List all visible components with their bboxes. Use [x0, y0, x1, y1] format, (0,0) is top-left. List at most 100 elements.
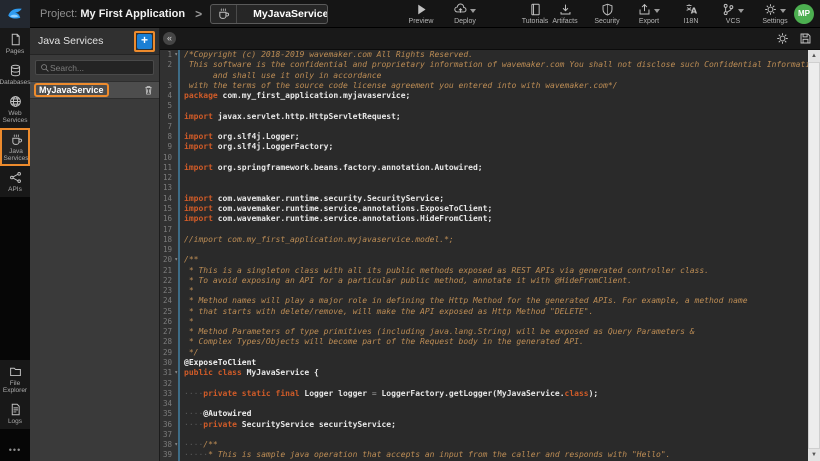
code-line[interactable]: 15import com.wavemaker.runtime.service.a… [160, 204, 808, 214]
code-area[interactable]: 1▾/*Copyright (c) 2018-2019 wavemaker.co… [160, 50, 808, 461]
code-line[interactable]: 32 [160, 379, 808, 389]
code-line-content [180, 225, 808, 235]
collapse-panel-button[interactable]: « [163, 32, 176, 45]
code-line[interactable]: and shall use it only in accordance [160, 71, 808, 81]
code-line[interactable]: 29 */ [160, 348, 808, 358]
code-token: * To avoid exposing an API for a particu… [184, 276, 632, 285]
sidebar-item-logs[interactable]: Logs [0, 398, 30, 429]
code-line[interactable]: 36····private SecurityService securitySe… [160, 420, 808, 430]
code-line[interactable]: 17 [160, 225, 808, 235]
export-button[interactable]: Export [634, 3, 664, 25]
code-token: com.wavemaker.runtime.security.SecurityS… [213, 194, 444, 203]
code-line[interactable]: 27 * Method Parameters of type primitive… [160, 327, 808, 337]
fold-marker-icon[interactable]: ▾ [174, 255, 178, 265]
tutorials-button[interactable]: Tutorials [520, 3, 550, 25]
sidebar-item-databases[interactable]: Databases [0, 59, 30, 90]
deploy-button[interactable]: Deploy [450, 3, 480, 25]
code-line[interactable]: 21 * This is a singleton class with all … [160, 266, 808, 276]
code-line[interactable]: 18//import com.my_first_application.myja… [160, 235, 808, 245]
add-service-button[interactable]: + [137, 34, 152, 49]
code-line-content: and shall use it only in accordance [180, 71, 808, 81]
sidebar-item-apis[interactable]: APIs [0, 166, 30, 197]
code-line-content: import com.wavemaker.runtime.service.ann… [180, 204, 808, 214]
code-line[interactable]: 22 * To avoid exposing an API for a part… [160, 276, 808, 286]
i18n-button[interactable]: AI18N [676, 3, 706, 25]
gear-icon [764, 3, 777, 16]
code-line[interactable]: 39·····* This is sample java operation t… [160, 450, 808, 460]
user-avatar[interactable]: MP [794, 4, 814, 24]
log-icon [9, 403, 22, 416]
code-line[interactable]: 7 [160, 122, 808, 132]
wavemaker-logo[interactable] [0, 0, 30, 28]
scroll-up-icon[interactable]: ▲ [808, 50, 820, 62]
chevron-down-icon[interactable] [738, 9, 744, 13]
code-line[interactable]: 6import javax.servlet.http.HttpServletRe… [160, 112, 808, 122]
line-number: 39 [160, 450, 180, 460]
sidebar-item-web-services[interactable]: Web Services [0, 90, 30, 128]
sidebar-item-java-services[interactable]: Java Services [0, 128, 30, 166]
fold-marker-icon[interactable]: ▾ [174, 368, 178, 378]
vcs-button[interactable]: VCS [718, 3, 748, 25]
artifacts-button[interactable]: Artifacts [550, 3, 580, 25]
code-line[interactable]: 11import org.springframework.beans.facto… [160, 163, 808, 173]
service-tab[interactable]: MyJavaService [210, 4, 328, 24]
more-options-button[interactable]: ••• [0, 439, 30, 461]
search-box[interactable] [35, 60, 154, 75]
code-line[interactable]: 9import org.slf4j.LoggerFactory; [160, 142, 808, 152]
save-button[interactable] [799, 32, 812, 45]
code-line[interactable]: 8import org.slf4j.Logger; [160, 132, 808, 142]
code-line[interactable]: 14import com.wavemaker.runtime.security.… [160, 194, 808, 204]
code-line[interactable]: 16import com.wavemaker.runtime.service.a… [160, 214, 808, 224]
gear-button[interactable] [776, 32, 789, 45]
code-line-content: //import com.my_first_application.myjava… [180, 235, 808, 245]
code-line[interactable]: 35····@Autowired [160, 409, 808, 419]
code-token: and shall use it only in accordance [184, 71, 381, 80]
code-line[interactable]: 28 * Complex Types/Objects will become p… [160, 337, 808, 347]
code-line[interactable]: 2 This software is the confidential and … [160, 60, 808, 70]
scroll-down-icon[interactable]: ▼ [808, 449, 820, 461]
code-line[interactable]: 33····private static final Logger logger… [160, 389, 808, 399]
code-line[interactable]: 3 with the terms of the source code lice… [160, 81, 808, 91]
code-line[interactable]: 4package com.my_first_application.myjava… [160, 91, 808, 101]
code-line[interactable]: 24 * Method names will play a major role… [160, 296, 808, 306]
sidebar-item-file-explorer[interactable]: File Explorer [0, 360, 30, 398]
settings-button[interactable]: Settings [760, 3, 790, 25]
code-line[interactable]: 37 [160, 430, 808, 440]
code-line-content [180, 379, 808, 389]
code-token: com.wavemaker.runtime.service.annotation… [213, 214, 492, 223]
preview-button[interactable]: Preview [406, 3, 436, 25]
service-list-item[interactable]: MyJavaService [30, 81, 159, 99]
project-name[interactable]: My First Application [80, 8, 185, 20]
chevron-down-icon[interactable] [470, 9, 476, 13]
code-line[interactable]: 25 * that starts with delete/remove, wil… [160, 307, 808, 317]
code-line[interactable]: 20▾/** [160, 255, 808, 265]
code-line[interactable]: 30@ExposeToClient [160, 358, 808, 368]
sidebar-item-pages[interactable]: Pages [0, 28, 30, 59]
fold-marker-icon[interactable]: ▾ [174, 50, 178, 60]
code-line[interactable]: 5 [160, 101, 808, 111]
service-item-name[interactable]: MyJavaService [34, 83, 109, 97]
wavemaker-logo-icon [6, 5, 24, 23]
code-line[interactable]: 31▾public class MyJavaService { [160, 368, 808, 378]
activity-bar-bottom-group: File ExplorerLogs [0, 360, 30, 429]
code-line[interactable]: 34 [160, 399, 808, 409]
api-icon [9, 171, 22, 184]
code-line[interactable]: 23 * [160, 286, 808, 296]
code-line[interactable]: 38▾····/** [160, 440, 808, 450]
code-line[interactable]: 26 * [160, 317, 808, 327]
trash-icon[interactable] [143, 84, 154, 96]
fold-marker-icon[interactable]: ▾ [174, 440, 178, 450]
code-line[interactable]: 19 [160, 245, 808, 255]
chevron-down-icon[interactable] [780, 9, 786, 13]
scrollbar-thumb[interactable] [808, 62, 820, 449]
vertical-scrollbar[interactable]: ▲ ▼ [808, 50, 820, 461]
code-line[interactable]: 10 [160, 153, 808, 163]
code-line[interactable]: 13 [160, 183, 808, 193]
code-line[interactable]: 1▾/*Copyright (c) 2018-2019 wavemaker.co… [160, 50, 808, 60]
chevron-down-icon[interactable] [654, 9, 660, 13]
code-line[interactable]: 12 [160, 173, 808, 183]
search-input[interactable] [50, 63, 149, 73]
code-token: ···· [184, 409, 203, 418]
top-bar: Project: My First Application > MyJavaSe… [0, 0, 820, 28]
security-button[interactable]: Security [592, 3, 622, 25]
